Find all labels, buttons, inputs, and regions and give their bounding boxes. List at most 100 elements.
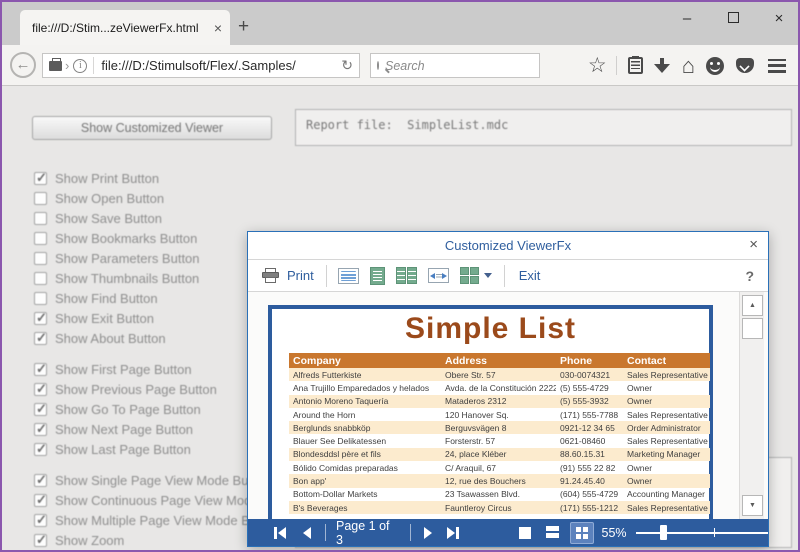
page-width-view-icon[interactable] <box>428 268 449 283</box>
vertical-scrollbar[interactable]: ▲ ▼ <box>739 292 764 519</box>
continuous-view-icon[interactable] <box>370 267 385 285</box>
url-bar[interactable]: › i ↻ <box>42 53 360 78</box>
table-cell: Bottom-Dollar Markets <box>289 488 441 501</box>
view-mode-dropdown-icon[interactable] <box>484 273 492 278</box>
minimize-button[interactable]: – <box>678 10 696 27</box>
dialog-title: Customized ViewerFx <box>445 238 571 253</box>
zoom-slider[interactable] <box>636 519 768 546</box>
hello-smiley-icon[interactable] <box>706 57 724 75</box>
next-page-button[interactable] <box>424 527 432 539</box>
report-file-textarea[interactable]: Report file: SimpleList.mdc <box>295 109 792 146</box>
checkbox-row[interactable]: ✓ Show Print Button <box>34 168 300 188</box>
checkbox[interactable]: ✓ <box>34 383 47 396</box>
statusbar-separator <box>410 524 411 541</box>
scroll-up-icon[interactable]: ▲ <box>742 295 763 316</box>
table-cell: B's Beverages <box>289 501 441 514</box>
scrollbar-thumb[interactable] <box>742 318 763 339</box>
single-page-mode-icon[interactable] <box>519 527 531 539</box>
new-tab-button[interactable]: + <box>238 16 249 38</box>
single-page-view-icon[interactable] <box>338 268 359 284</box>
bookmarks-list-icon[interactable] <box>628 57 643 74</box>
downloads-icon[interactable] <box>654 58 670 74</box>
checkbox[interactable]: ✓ <box>34 514 47 527</box>
checkbox[interactable] <box>34 192 47 205</box>
exit-button[interactable]: Exit <box>519 268 541 283</box>
check-icon: ✓ <box>36 441 47 457</box>
checkbox[interactable]: ✓ <box>34 363 47 376</box>
print-button[interactable]: Print <box>287 268 314 283</box>
info-icon[interactable]: i <box>73 59 87 73</box>
table-row: Antonio Moreno TaqueríaMataderos 2312(5)… <box>289 395 710 408</box>
checkbox[interactable]: ✓ <box>34 332 47 345</box>
site-identity-icon[interactable] <box>49 61 62 71</box>
reload-icon[interactable]: ↻ <box>341 57 353 74</box>
close-button[interactable]: × <box>770 10 788 27</box>
bookmark-star-icon[interactable]: ☆ <box>588 53 607 78</box>
check-icon: ✓ <box>36 401 47 417</box>
checkbox[interactable] <box>34 252 47 265</box>
page-number-label[interactable]: Page 1 of 3 <box>336 519 400 547</box>
check-icon: ✓ <box>36 421 47 437</box>
help-button[interactable]: ? <box>745 268 754 284</box>
browser-tab[interactable]: file:///D:/Stim...zeViewerFx.html × <box>20 10 230 45</box>
table-cell: Bon app' <box>289 474 441 487</box>
table-cell: Blauer See Delikatessen <box>289 434 441 447</box>
multiple-page-view-icon[interactable] <box>396 267 417 284</box>
checkbox[interactable]: ✓ <box>34 494 47 507</box>
table-row: Ana Trujillo Emparedados y heladosAvda. … <box>289 381 710 394</box>
checkbox[interactable]: ✓ <box>34 312 47 325</box>
search-bar[interactable] <box>370 53 540 78</box>
tab-close-icon[interactable]: × <box>214 20 222 36</box>
checkbox-row[interactable]: Show Open Button <box>34 188 300 208</box>
checkbox[interactable] <box>34 232 47 245</box>
scroll-down-icon[interactable]: ▼ <box>742 495 763 516</box>
checkbox[interactable]: ✓ <box>34 172 47 185</box>
window-controls: – × <box>678 4 788 32</box>
report-title: Simple List <box>272 312 709 346</box>
dialog-titlebar[interactable]: Customized ViewerFx × <box>248 232 768 259</box>
url-input[interactable] <box>101 58 337 73</box>
slider-handle[interactable] <box>660 525 667 540</box>
slider-track <box>636 532 768 534</box>
multiple-page-mode-icon[interactable] <box>570 522 594 544</box>
dialog-close-icon[interactable]: × <box>749 236 758 253</box>
checkbox[interactable] <box>34 212 47 225</box>
menu-icon[interactable] <box>768 59 786 73</box>
continuous-mode-icon[interactable] <box>546 526 559 539</box>
zoom-value-label: 55% <box>602 526 627 540</box>
grid-view-icon[interactable] <box>460 267 479 284</box>
table-cell: Around the Horn <box>289 408 441 421</box>
table-row: Alfreds FutterkisteObere Str. 57030-0074… <box>289 368 710 381</box>
last-page-button[interactable] <box>447 527 459 539</box>
report-page: Simple List CompanyAddressPhoneContact A… <box>268 305 713 519</box>
first-page-button[interactable] <box>274 527 286 539</box>
checkbox[interactable]: ✓ <box>34 534 47 547</box>
checkbox[interactable]: ✓ <box>34 423 47 436</box>
checkbox-label: Show Print Button <box>55 171 159 186</box>
show-customized-viewer-button[interactable]: Show Customized Viewer <box>32 116 272 140</box>
back-button[interactable]: ← <box>10 52 36 78</box>
checkbox-label: Show Previous Page Button <box>55 382 217 397</box>
checkbox-row[interactable]: Show Save Button <box>34 208 300 228</box>
checkbox[interactable] <box>34 292 47 305</box>
print-icon[interactable] <box>262 268 280 284</box>
checkbox-label: Show Thumbnails Button <box>55 271 199 286</box>
home-icon[interactable]: ⌂ <box>682 57 695 75</box>
toolbar-icons: ☆ ⌂ <box>588 53 792 78</box>
table-cell: (604) 555-4729 <box>556 488 623 501</box>
checkbox[interactable]: ✓ <box>34 474 47 487</box>
table-cell: Avda. de la Constitución 2222 <box>441 381 556 394</box>
previous-page-button[interactable] <box>303 527 311 539</box>
chevron-right-icon: › <box>65 58 69 73</box>
maximize-button[interactable] <box>724 10 742 27</box>
table-cell: Fauntleroy Circus <box>441 501 556 514</box>
checkbox[interactable]: ✓ <box>34 403 47 416</box>
maximize-icon <box>728 12 739 23</box>
tab-title: file:///D:/Stim...zeViewerFx.html <box>32 21 208 35</box>
search-input[interactable] <box>385 59 548 73</box>
checkbox[interactable]: ✓ <box>34 443 47 456</box>
checkbox[interactable] <box>34 272 47 285</box>
column-header: Company <box>289 353 441 368</box>
column-header: Contact <box>623 353 710 368</box>
pocket-icon[interactable] <box>736 58 754 73</box>
